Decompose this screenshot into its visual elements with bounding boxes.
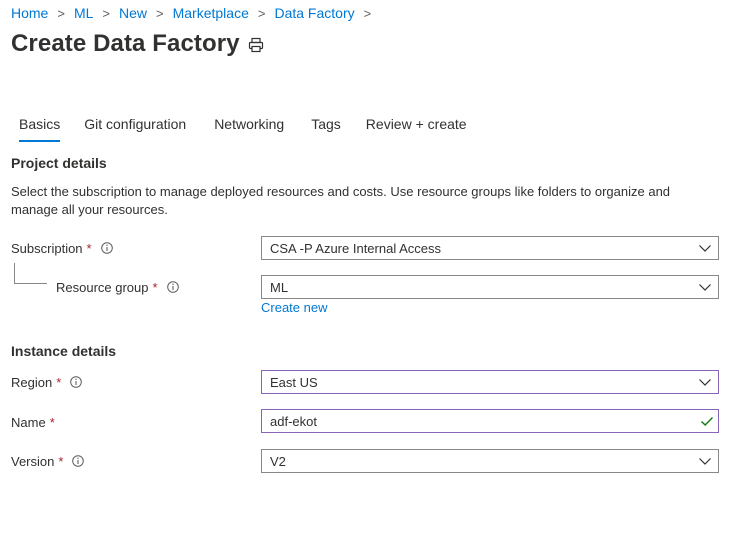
breadcrumb-separator-icon: > bbox=[156, 5, 164, 21]
subscription-label: Subscription * bbox=[11, 238, 113, 258]
resource-group-label: Resource group * bbox=[56, 277, 179, 297]
region-label-text: Region bbox=[11, 374, 53, 390]
tab-list: Basics Git configuration Networking Tags… bbox=[19, 114, 467, 146]
breadcrumb-separator-icon: > bbox=[257, 5, 266, 21]
tab-tags[interactable]: Tags bbox=[311, 114, 341, 142]
breadcrumb-separator-icon: > bbox=[363, 5, 372, 21]
chevron-down-icon bbox=[699, 379, 711, 386]
subscription-dropdown[interactable]: CSA -P Azure Internal Access bbox=[261, 236, 719, 260]
name-label-text: Name bbox=[11, 414, 46, 430]
breadcrumb-ml[interactable]: ML bbox=[74, 5, 93, 21]
tab-git-configuration[interactable]: Git configuration bbox=[84, 114, 186, 142]
resource-group-dropdown[interactable]: ML bbox=[261, 275, 719, 299]
project-details-heading: Project details bbox=[11, 155, 107, 171]
required-marker: * bbox=[152, 279, 158, 295]
info-icon[interactable] bbox=[166, 281, 179, 293]
breadcrumb-home[interactable]: Home bbox=[11, 5, 48, 21]
required-marker: * bbox=[58, 453, 64, 469]
region-value: East US bbox=[270, 374, 318, 390]
instance-details-heading: Instance details bbox=[11, 343, 117, 359]
create-new-resource-group-link[interactable]: Create new bbox=[261, 300, 327, 315]
breadcrumb-separator-icon: > bbox=[57, 5, 65, 21]
print-icon[interactable] bbox=[248, 37, 264, 53]
name-label: Name * bbox=[11, 412, 55, 432]
breadcrumb-new[interactable]: New bbox=[119, 5, 147, 21]
resource-group-value: ML bbox=[270, 279, 289, 295]
chevron-down-icon bbox=[699, 245, 711, 252]
tab-basics[interactable]: Basics bbox=[19, 114, 61, 142]
breadcrumb: Home > ML > New > Marketplace > Data Fac… bbox=[11, 4, 371, 22]
region-label: Region * bbox=[11, 372, 83, 392]
info-icon[interactable] bbox=[72, 455, 85, 467]
resource-group-label-text: Resource group bbox=[56, 279, 149, 295]
name-input[interactable]: adf-ekot bbox=[261, 409, 719, 433]
chevron-down-icon bbox=[699, 284, 711, 291]
version-label: Version * bbox=[11, 451, 85, 471]
required-marker: * bbox=[86, 240, 92, 256]
breadcrumb-marketplace[interactable]: Marketplace bbox=[173, 5, 249, 21]
subscription-label-text: Subscription bbox=[11, 240, 83, 256]
version-label-text: Version bbox=[11, 453, 55, 469]
info-icon[interactable] bbox=[70, 376, 83, 388]
version-value: V2 bbox=[270, 453, 286, 469]
tree-connector bbox=[14, 263, 47, 284]
breadcrumb-separator-icon: > bbox=[102, 5, 110, 21]
subscription-value: CSA -P Azure Internal Access bbox=[270, 240, 442, 256]
chevron-down-icon bbox=[699, 458, 711, 465]
breadcrumb-data-factory[interactable]: Data Factory bbox=[274, 5, 354, 21]
info-icon[interactable] bbox=[100, 242, 113, 254]
tab-review-create[interactable]: Review + create bbox=[366, 114, 467, 142]
tab-networking[interactable]: Networking bbox=[214, 114, 284, 142]
name-value: adf-ekot bbox=[270, 413, 317, 429]
required-marker: * bbox=[49, 414, 55, 430]
project-details-description: Select the subscription to manage deploy… bbox=[11, 184, 671, 217]
version-dropdown[interactable]: V2 bbox=[261, 449, 719, 473]
page-title: Create Data Factory bbox=[11, 30, 240, 57]
region-dropdown[interactable]: East US bbox=[261, 370, 719, 394]
required-marker: * bbox=[56, 374, 62, 390]
checkmark-icon bbox=[701, 417, 714, 426]
